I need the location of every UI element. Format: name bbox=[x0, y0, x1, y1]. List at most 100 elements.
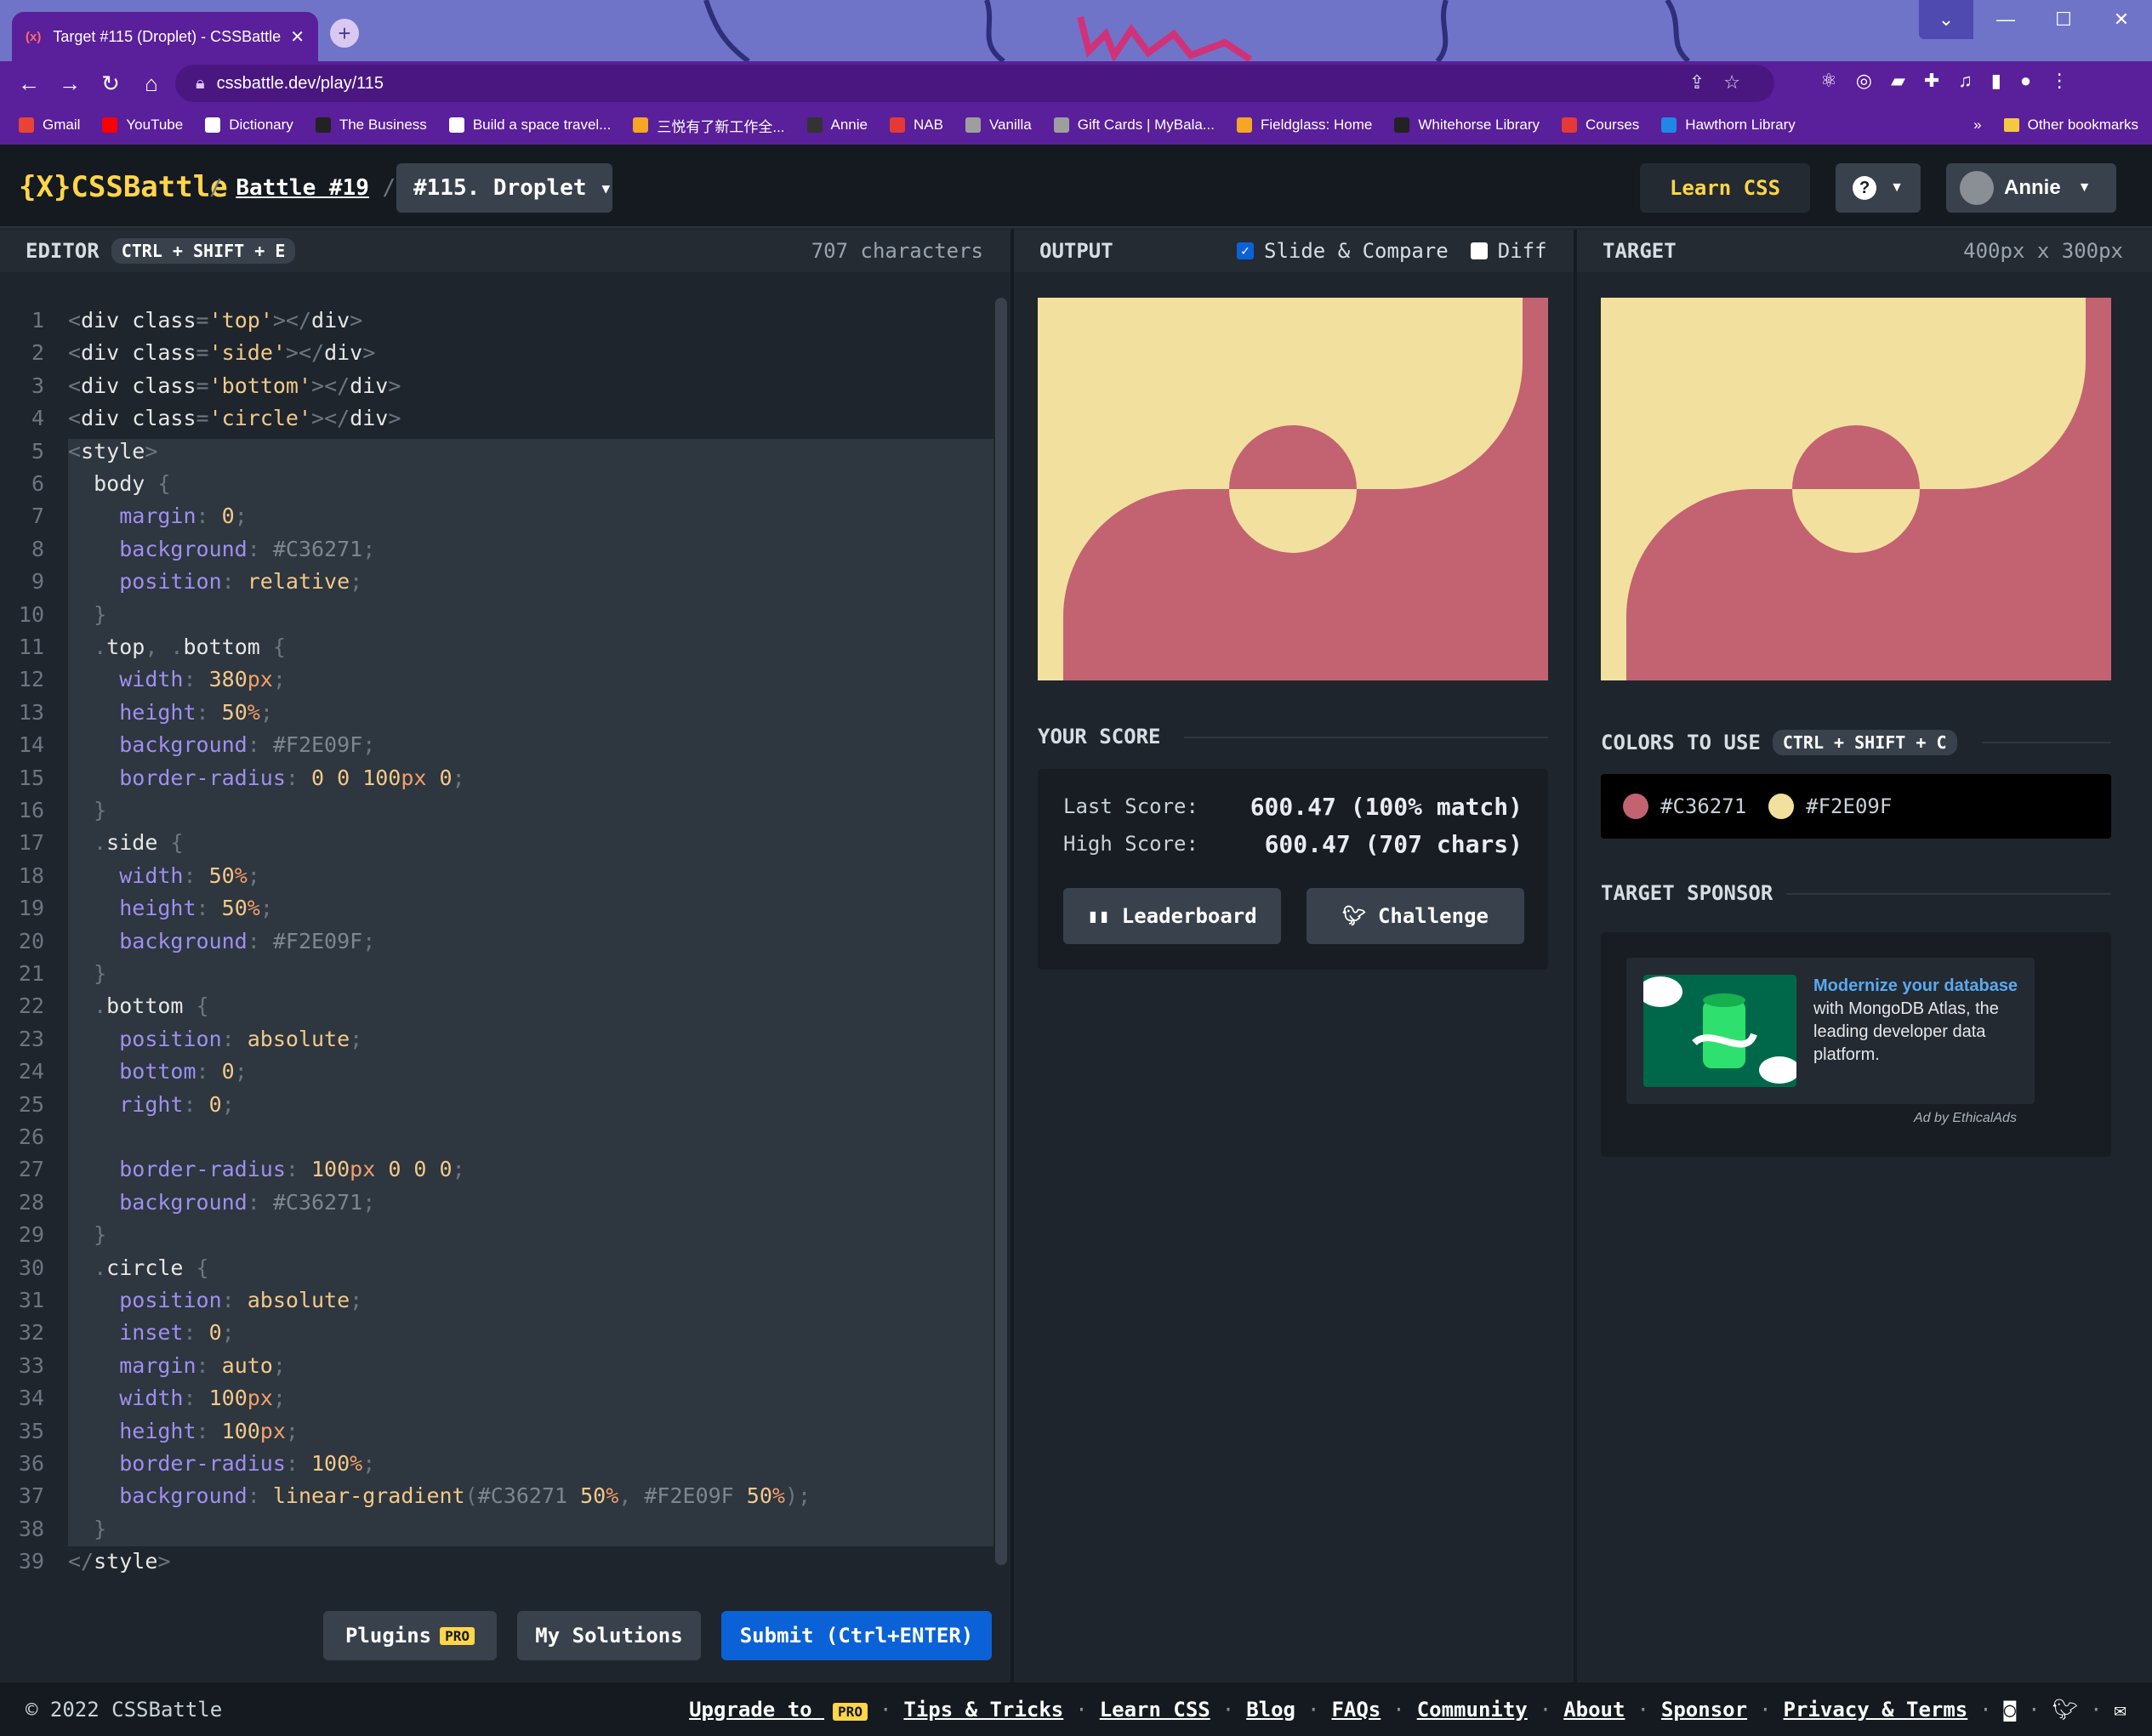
bookmark-item[interactable]: Gmail bbox=[19, 115, 80, 136]
line-number: 30 bbox=[18, 1255, 44, 1280]
bookmark-item[interactable]: Build a space travel... bbox=[448, 115, 611, 136]
footer-link[interactable]: FAQs bbox=[1331, 1698, 1381, 1722]
code-line: .circle { bbox=[68, 1252, 208, 1284]
slide-compare-label[interactable]: Slide & Compare bbox=[1264, 239, 1449, 263]
upgrade-link[interactable]: Upgrade to PRO bbox=[689, 1698, 868, 1722]
code-token: position bbox=[119, 1026, 222, 1051]
code-token: : bbox=[247, 928, 273, 953]
extensions-puzzle-icon[interactable]: ✚ bbox=[1924, 70, 1939, 92]
tab-search-icon[interactable]: ⌄ bbox=[1919, 0, 1973, 39]
address-bar[interactable]: 🔒︎ cssbattle.dev/play/115 ⇪☆ bbox=[175, 65, 1774, 102]
code-token: px bbox=[247, 1386, 273, 1411]
cssbattle-favicon-icon: (x) bbox=[26, 29, 42, 44]
discord-icon[interactable]: ◙ bbox=[2004, 1698, 2016, 1722]
battle-link[interactable]: Battle #19 bbox=[236, 175, 369, 201]
bookmark-item[interactable]: Vanilla bbox=[965, 115, 1032, 136]
ad-highlight-link[interactable]: Modernize your database bbox=[1813, 976, 2018, 995]
bookmark-item[interactable]: Gift Cards | MyBala... bbox=[1053, 115, 1215, 136]
bookmark-item[interactable]: Fieldglass: Home bbox=[1236, 115, 1372, 136]
slide-compare-checkbox[interactable]: ✓ bbox=[1237, 242, 1254, 259]
bookmark-item[interactable]: YouTube bbox=[102, 115, 183, 136]
bookmark-item[interactable]: The Business bbox=[315, 115, 427, 136]
media-control-icon[interactable]: ♫ bbox=[1958, 70, 1973, 92]
submit-button[interactable]: Submit (Ctrl+ENTER) bbox=[721, 1611, 992, 1660]
learn-css-button[interactable]: Learn CSS bbox=[1640, 163, 1810, 213]
leaderboard-button[interactable]: ▮▮ Leaderboard bbox=[1063, 888, 1281, 944]
code-token: ; bbox=[234, 1059, 248, 1084]
share-icon[interactable]: ⇪ bbox=[1689, 71, 1723, 93]
extension-color-icon[interactable]: ▰ bbox=[1891, 70, 1905, 92]
editor-scrollbar[interactable] bbox=[995, 298, 1007, 1565]
footer-link[interactable]: Learn CSS bbox=[1100, 1698, 1210, 1722]
new-tab-button[interactable]: + bbox=[330, 19, 359, 48]
color-swatch[interactable]: #F2E09F bbox=[1768, 794, 1892, 819]
reload-icon[interactable]: ↻ bbox=[90, 71, 131, 97]
side-panel-icon[interactable]: ▮ bbox=[1991, 70, 2001, 92]
close-tab-icon[interactable]: ✕ bbox=[290, 26, 305, 48]
bookmark-item[interactable]: Courses bbox=[1561, 115, 1639, 136]
color-swatch[interactable]: #C36271 bbox=[1623, 794, 1746, 819]
minimize-icon[interactable]: — bbox=[1978, 0, 2033, 39]
bookmark-item[interactable]: Dictionary bbox=[205, 115, 293, 136]
code-token: % bbox=[247, 699, 260, 725]
bookmark-item[interactable]: Whitehorse Library bbox=[1394, 115, 1540, 136]
close-window-icon[interactable]: ✕ bbox=[2094, 0, 2149, 39]
help-menu-button[interactable]: ? ▼ bbox=[1836, 163, 1921, 213]
editor-footer: Plugins PRO My Solutions Submit (Ctrl+EN… bbox=[0, 1591, 1011, 1682]
code-token: ( bbox=[464, 1483, 478, 1509]
code-editor[interactable]: 1 <div class='top'></div> 2 <div class='sid… bbox=[0, 272, 1011, 1591]
footer-link[interactable]: Community bbox=[1417, 1698, 1528, 1722]
target-image bbox=[1601, 298, 2111, 680]
target-select-dropdown[interactable]: #115. Droplet ▼ bbox=[396, 163, 612, 213]
code-token: div bbox=[350, 406, 389, 431]
footer-link[interactable]: Tips & Tricks bbox=[903, 1698, 1063, 1722]
challenge-button[interactable]: 🐦︎ Challenge bbox=[1307, 888, 1524, 944]
plugins-button[interactable]: Plugins PRO bbox=[323, 1611, 497, 1660]
bookmark-item[interactable]: Annie bbox=[806, 115, 868, 136]
ad-attribution[interactable]: Ad by EthicalAds bbox=[1914, 1111, 2017, 1126]
bookmark-star-icon[interactable]: ☆ bbox=[1723, 71, 1759, 93]
bookmark-item[interactable]: Hawthorn Library bbox=[1661, 115, 1796, 136]
bookmark-item[interactable]: NAB bbox=[890, 115, 943, 136]
code-token: : bbox=[221, 1026, 248, 1051]
footer-link[interactable]: Sponsor bbox=[1661, 1698, 1747, 1722]
code-token: 'circle' bbox=[208, 406, 312, 431]
maximize-icon[interactable]: ☐ bbox=[2036, 0, 2091, 39]
leaderboard-label: Leaderboard bbox=[1121, 904, 1257, 928]
other-bookmarks[interactable]: Other bookmarks bbox=[2003, 117, 2138, 134]
forward-icon[interactable]: → bbox=[49, 71, 90, 97]
line-number: 27 bbox=[18, 1157, 44, 1182]
footer-link[interactable]: Blog bbox=[1246, 1698, 1295, 1722]
cssbattle-logo[interactable]: {X}CSSBattle bbox=[19, 170, 228, 204]
profile-avatar-icon[interactable]: ● bbox=[2020, 70, 2031, 92]
line-number: 3 bbox=[31, 373, 44, 398]
browser-tab-active[interactable]: (x) Target #115 (Droplet) - CSSBattle ✕ bbox=[12, 12, 318, 61]
bookmark-item[interactable]: 三悦有了新工作全... bbox=[633, 115, 785, 136]
extension-target-icon[interactable]: ◎ bbox=[1856, 70, 1872, 92]
back-icon[interactable]: ← bbox=[9, 71, 49, 97]
code-token: } bbox=[94, 1222, 107, 1248]
diff-label[interactable]: Diff bbox=[1498, 239, 1547, 263]
output-preview[interactable] bbox=[1038, 298, 1548, 680]
code-token: position bbox=[119, 1288, 222, 1312]
code-token: 100 bbox=[208, 1386, 248, 1411]
code-token: , . bbox=[145, 635, 184, 659]
footer-link[interactable]: About bbox=[1563, 1698, 1625, 1722]
user-menu-button[interactable]: Annie ▼ bbox=[1946, 163, 2116, 213]
ad-card[interactable]: Modernize your database with MongoDB Atl… bbox=[1626, 958, 2035, 1104]
home-icon[interactable]: ⌂ bbox=[131, 71, 172, 97]
bookmark-label: Whitehorse Library bbox=[1418, 117, 1540, 133]
more-bookmarks-button[interactable]: » bbox=[1973, 117, 1981, 134]
diff-checkbox[interactable] bbox=[1470, 242, 1488, 259]
email-icon[interactable]: ✉ bbox=[2115, 1698, 2126, 1722]
code-token: 0 0 100 bbox=[311, 765, 401, 790]
react-devtools-icon[interactable]: ⚛ bbox=[1820, 70, 1837, 92]
code-line: width: 380px; bbox=[68, 663, 286, 696]
twitter-icon[interactable]: 🐦︎ bbox=[2052, 1698, 2078, 1722]
footer-link[interactable]: Privacy & Terms bbox=[1784, 1698, 1968, 1722]
browser-menu-icon[interactable]: ⋮ bbox=[2050, 70, 2069, 92]
tab-title: Target #115 (Droplet) - CSSBattle bbox=[53, 27, 282, 45]
code-token: : bbox=[183, 862, 209, 888]
divider bbox=[1786, 893, 2111, 895]
my-solutions-button[interactable]: My Solutions bbox=[517, 1611, 701, 1660]
